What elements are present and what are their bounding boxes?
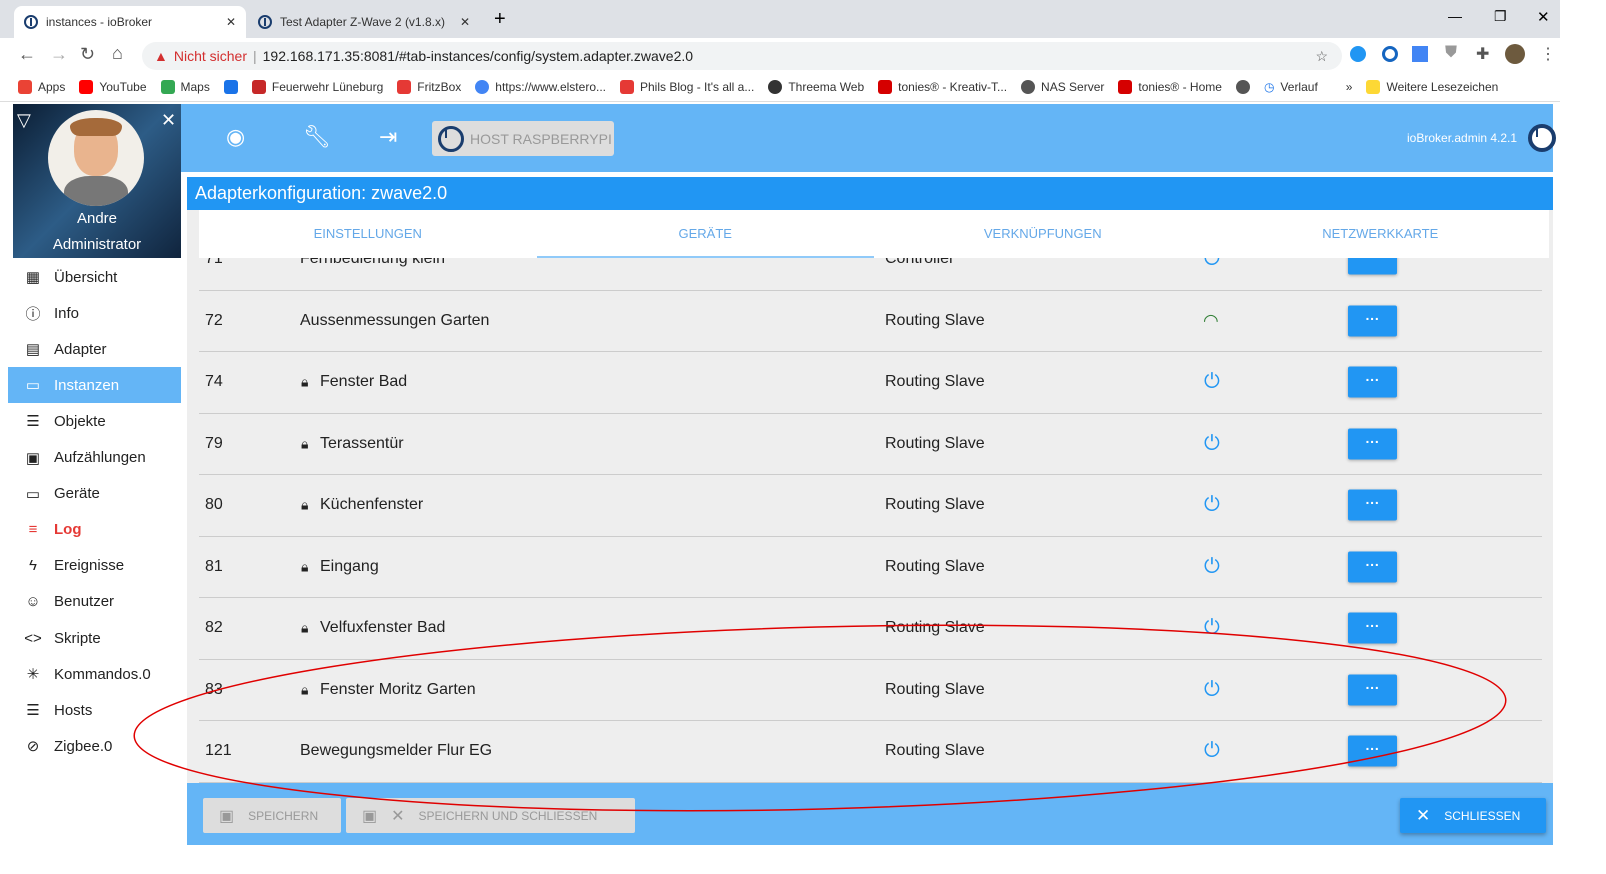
tab-netzwerkkarte[interactable]: NETZWERKKARTE [1212,210,1550,258]
tab-geraete[interactable]: GERÄTE [536,210,875,258]
annotation-ellipse [133,624,1507,812]
tab-einstellungen[interactable]: EINSTELLUNGEN [199,210,537,258]
dialog-tabs: EINSTELLUNGEN GERÄTE VERKNÜPFUNGEN NETZW… [199,210,1549,258]
tab-verknuepfungen[interactable]: VERKNÜPFUNGEN [874,210,1212,258]
